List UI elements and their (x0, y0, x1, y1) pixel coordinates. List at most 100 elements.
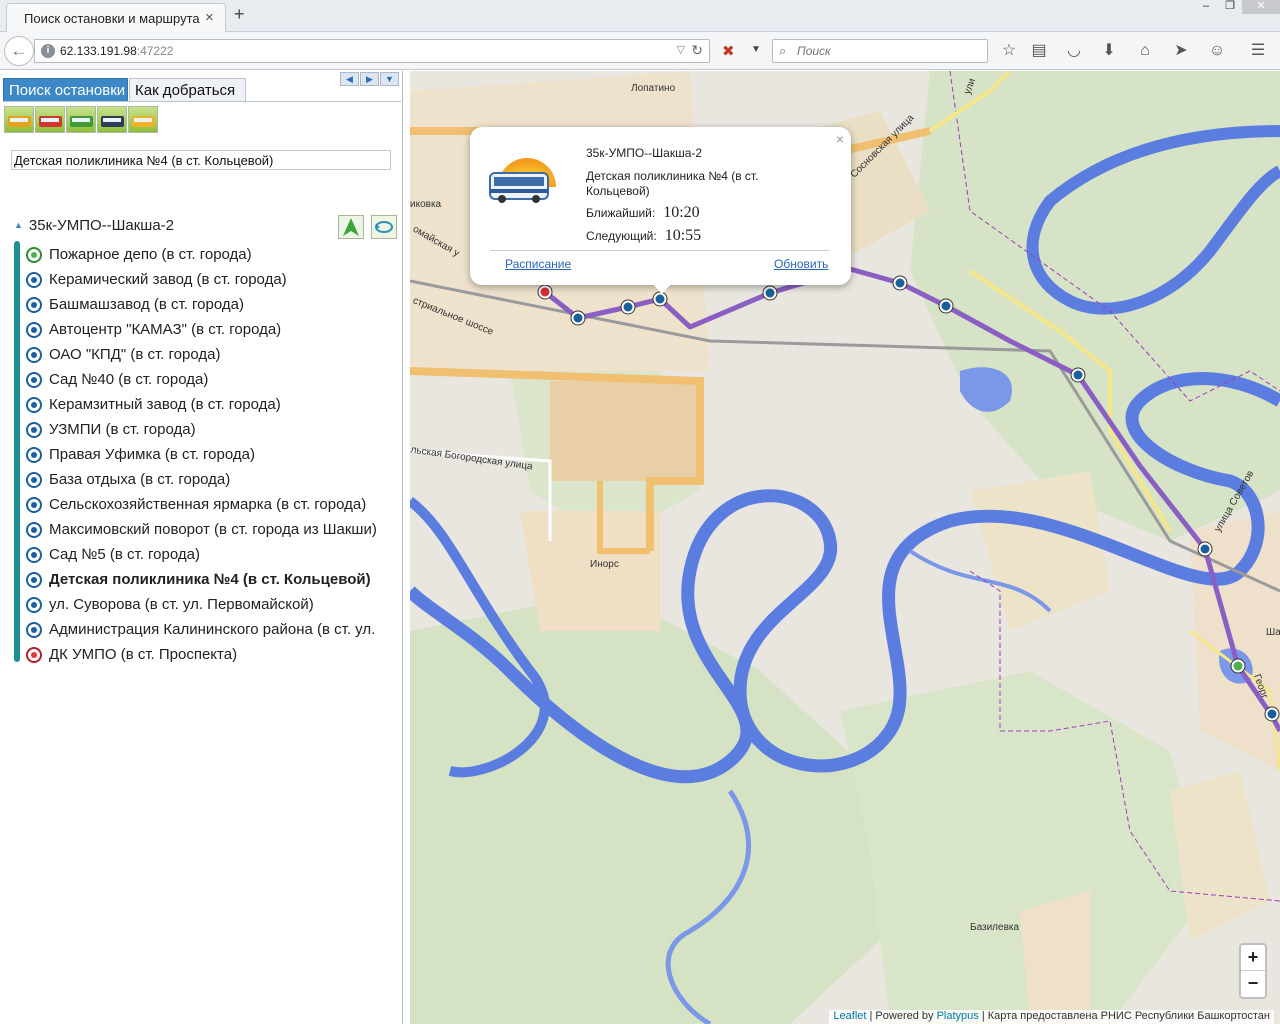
leaflet-link[interactable]: Leaflet (833, 1010, 866, 1022)
stop-item[interactable]: Максимовский поворот (в ст. города из Ша… (26, 517, 376, 542)
map-stop-marker-core (623, 302, 633, 312)
back-button[interactable]: ← (4, 36, 34, 66)
panel-controls: ◀ ▶ ▼ (340, 72, 399, 86)
menu-icon[interactable]: ☰ (1247, 40, 1269, 62)
suburban-bus-filter-button[interactable] (97, 106, 127, 133)
bookmark-star-icon[interactable]: ☆ (998, 40, 1020, 62)
tram-filter-button[interactable] (35, 106, 65, 133)
stop-item[interactable]: База отдыха (в ст. города) (26, 467, 376, 492)
stop-name: ДК УМПО (в ст. Проспекта) (49, 646, 238, 663)
route-reverse-button[interactable] (371, 215, 397, 239)
url-dropdown-icon[interactable]: ▽ (677, 43, 685, 56)
stop-search-input[interactable] (11, 150, 391, 170)
zoom-control: + − (1239, 943, 1267, 999)
trolleybus-icon (70, 116, 93, 127)
popup-stop: Детская поликлиника №4 (в ст. Кольцевой) (586, 169, 759, 198)
map-stop-marker-core (655, 294, 665, 304)
download-icon[interactable]: ⬇ (1098, 40, 1120, 62)
stop-marker-icon (26, 421, 42, 438)
attribution-provider: | Карта предоставлена РНИС Республики Ба… (978, 1010, 1270, 1022)
stop-item[interactable]: Детская поликлиника №4 (в ст. Кольцевой) (26, 567, 376, 592)
restore-button[interactable]: ❐ (1218, 0, 1242, 14)
close-window-button[interactable]: ✕ (1242, 0, 1280, 14)
browser-tab[interactable]: Поиск остановки и маршрута × (6, 3, 226, 32)
stop-marker-icon (26, 546, 42, 563)
reload-icon[interactable]: ↻ (691, 42, 703, 59)
popup-divider (490, 250, 829, 251)
stop-name: Сад №40 (в ст. города) (49, 371, 209, 388)
lake (960, 367, 1012, 412)
stop-item[interactable]: ДК УМПО (в ст. Проспекта) (26, 642, 376, 667)
stop-item[interactable]: Керамический завод (в ст. города) (26, 267, 376, 292)
bus-filter-button[interactable] (4, 106, 34, 133)
map-stop-marker-core (573, 313, 583, 323)
stop-item[interactable]: Сад №40 (в ст. города) (26, 367, 376, 392)
search-icon: ⌕ (779, 43, 787, 58)
stop-item[interactable]: Автоцентр "КАМАЗ" (в ст. города) (26, 317, 376, 342)
arrow-left-icon[interactable]: ◀ (340, 72, 359, 86)
stop-name: Пожарное депо (в ст. города) (49, 246, 252, 263)
stop-item[interactable]: ул. Суворова (в ст. ул. Первомайской) (26, 592, 376, 617)
stop-item[interactable]: Сельскохозяйственная ярмарка (в ст. горо… (26, 492, 376, 517)
arrow-down-icon[interactable]: ▼ (380, 72, 399, 86)
stop-name: Сельскохозяйственная ярмарка (в ст. горо… (49, 496, 367, 513)
new-tab-button[interactable]: + (234, 4, 245, 25)
site-info-icon[interactable]: i (41, 44, 55, 58)
nearest-time: 10:20 (663, 204, 700, 221)
stop-item[interactable]: Правая Уфимка (в ст. города) (26, 442, 376, 467)
minibus-filter-button[interactable] (128, 106, 158, 133)
browser-nav-bar: i 62.133.191.98:47222 ▽ ↻ ← ✖ ▼ ⌕ ☆ ▤ ◡ … (0, 32, 1280, 70)
route-direction-button[interactable] (338, 215, 364, 239)
tab-stop-search[interactable]: Поиск остановки (3, 78, 128, 102)
stop-item[interactable]: Керамзитный завод (в ст. города) (26, 392, 376, 417)
stop-popup: × 35к-УМПО--Шакша-2 Детская поликлиника … (470, 127, 851, 294)
search-box[interactable]: ⌕ (772, 39, 988, 63)
tab-how-to-get[interactable]: Как добраться (129, 78, 246, 102)
pocket-icon[interactable]: ◡ (1063, 40, 1085, 62)
stop-name: ОАО "КПД" (в ст. города) (49, 346, 221, 363)
stop-name: Керамзитный завод (в ст. города) (49, 396, 281, 413)
addon-dropdown-icon[interactable]: ▼ (751, 44, 761, 55)
stop-item[interactable]: Сад №5 (в ст. города) (26, 542, 376, 567)
addon-icon[interactable]: ✖ (722, 42, 735, 60)
home-icon[interactable]: ⌂ (1134, 40, 1156, 62)
stop-marker-icon (26, 496, 42, 513)
zoom-in-button[interactable]: + (1241, 945, 1265, 971)
map-label-ikovka: иковка (410, 199, 442, 210)
stop-item[interactable]: Администрация Калининского района (в ст.… (26, 617, 376, 642)
stop-item[interactable]: Башмашзавод (в ст. города) (26, 292, 376, 317)
popup-route: 35к-УМПО--Шакша-2 (586, 146, 703, 160)
chat-icon[interactable]: ☺ (1206, 40, 1228, 62)
stop-marker-icon (26, 246, 42, 263)
platypus-link[interactable]: Platypus (937, 1010, 979, 1022)
industrial-area (550, 381, 700, 481)
popup-close-icon[interactable]: × (836, 131, 844, 147)
tram-icon (39, 116, 62, 127)
arrow-right-icon[interactable]: ▶ (360, 72, 379, 86)
route-header[interactable]: ▲ 35к-УМПО--Шакша-2 (14, 217, 174, 234)
map-stop-marker-core (1267, 709, 1277, 719)
stop-item[interactable]: УЗМПИ (в ст. города) (26, 417, 376, 442)
collapse-triangle-icon[interactable]: ▲ (14, 220, 23, 230)
bus-schedule-icon (489, 158, 556, 203)
refresh-link[interactable]: Обновить (774, 257, 828, 271)
reading-list-icon[interactable]: ▤ (1028, 40, 1050, 62)
stop-item[interactable]: ОАО "КПД" (в ст. города) (26, 342, 376, 367)
address-bar[interactable]: i 62.133.191.98:47222 ▽ ↻ (34, 39, 710, 63)
map-stop-marker-core (1073, 370, 1083, 380)
stop-marker-icon (26, 271, 42, 288)
stop-name: Администрация Калининского района (в ст.… (49, 621, 376, 638)
map-stop-marker-core (765, 288, 775, 298)
zoom-out-button[interactable]: − (1241, 971, 1265, 997)
trolleybus-filter-button[interactable] (66, 106, 96, 133)
minimize-button[interactable]: – (1194, 0, 1218, 14)
send-icon[interactable]: ➤ (1170, 40, 1192, 62)
tab-close-icon[interactable]: × (205, 9, 214, 26)
schedule-link[interactable]: Расписание (505, 257, 571, 271)
search-input[interactable] (797, 43, 982, 59)
url-text[interactable]: 62.133.191.98:47222 (60, 44, 173, 58)
stop-marker-icon (26, 596, 42, 613)
stop-item[interactable]: Пожарное депо (в ст. города) (26, 242, 376, 267)
next-label: Следующий: (586, 229, 657, 243)
stop-name: Детская поликлиника №4 (в ст. Кольцевой) (49, 571, 371, 588)
